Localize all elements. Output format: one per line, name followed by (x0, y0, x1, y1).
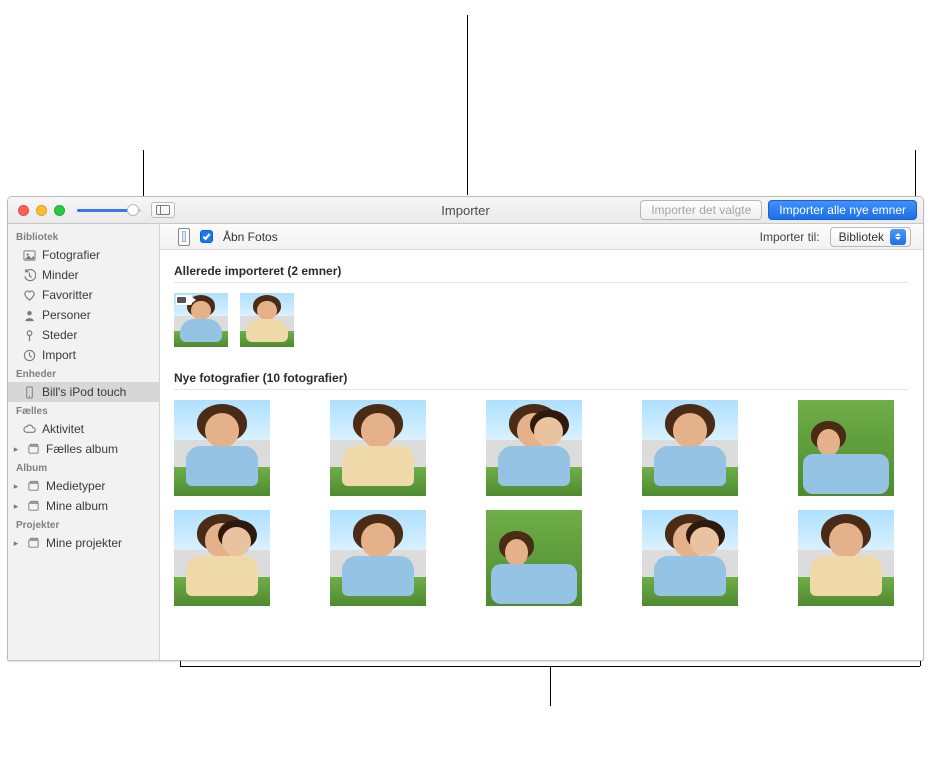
sidebar: Bibliotek Fotografier Minder Favoritter Pers… (8, 224, 160, 660)
content-scroll[interactable]: Allerede importeret (2 emner) Nye fotogr… (160, 250, 923, 660)
disclosure-triangle-icon[interactable]: ▸ (12, 444, 20, 455)
sidebar-group-label: Enheder (8, 365, 159, 382)
thumbnail-zoom-slider[interactable] (77, 203, 141, 217)
sidebar-item-f-lles-album[interactable]: ▸ Fælles album (8, 439, 159, 459)
photo-thumbnail[interactable] (240, 293, 294, 347)
sidebar-item-label: Bill's iPod touch (42, 385, 126, 399)
section-new-photos: Nye fotografier (10 fotografier) (174, 365, 909, 606)
sidebar-item-mine-projekter[interactable]: ▸ Mine projekter (8, 533, 159, 553)
sidebar-item-minder[interactable]: Minder (8, 265, 159, 285)
disclosure-triangle-icon[interactable]: ▸ (12, 501, 20, 512)
section-already-imported: Allerede importeret (2 emner) (174, 258, 909, 347)
already-imported-grid (174, 293, 909, 347)
album-icon (26, 537, 40, 550)
clock-back-icon (22, 269, 36, 282)
sidebar-item-label: Mine album (46, 499, 108, 513)
pin-icon (22, 329, 36, 342)
sidebar-item-import[interactable]: Import (8, 345, 159, 365)
sidebar-item-favoritter[interactable]: Favoritter (8, 285, 159, 305)
import-to-label: Importer til: (760, 230, 820, 244)
cloud-icon (22, 423, 36, 436)
sidebar-item-label: Minder (42, 268, 79, 282)
import-all-new-button[interactable]: Importer alle nye emner (768, 200, 917, 220)
callout-line (467, 15, 468, 195)
disclosure-triangle-icon[interactable]: ▸ (12, 538, 20, 549)
photo-thumbnail[interactable] (798, 510, 894, 606)
device-icon (178, 228, 190, 246)
minimize-button[interactable] (36, 205, 47, 216)
callout-line (550, 666, 551, 706)
window-controls (8, 205, 65, 216)
main-pane: Åbn Fotos Importer til: Bibliotek Allere… (160, 224, 923, 660)
sidebar-item-label: Aktivitet (42, 422, 84, 436)
sidebar-group-label: Bibliotek (8, 228, 159, 245)
photo-thumbnail[interactable] (330, 510, 426, 606)
open-photos-checkbox[interactable] (200, 230, 213, 243)
section-header: Nye fotografier (10 fotografier) (174, 365, 909, 390)
sidebar-item-label: Mine projekter (46, 536, 122, 550)
photo-thumbnail[interactable] (642, 400, 738, 496)
video-badge-icon (176, 295, 192, 305)
photo-thumbnail[interactable] (330, 400, 426, 496)
sidebar-group-label: Projekter (8, 516, 159, 533)
photo-thumbnail[interactable] (486, 510, 582, 606)
photo-thumbnail[interactable] (798, 400, 894, 496)
section-header: Allerede importeret (2 emner) (174, 258, 909, 283)
new-photos-grid (174, 400, 909, 606)
photo-thumbnail[interactable] (642, 510, 738, 606)
callout-line (143, 150, 144, 196)
photo-thumbnail[interactable] (486, 400, 582, 496)
close-button[interactable] (18, 205, 29, 216)
photos-app-window: Importer Importer det valgte Importer al… (7, 196, 924, 661)
album-icon (26, 480, 40, 493)
sidebar-item-label: Medietyper (46, 479, 105, 493)
sidebar-group-label: Album (8, 459, 159, 476)
photo-thumbnail[interactable] (174, 400, 270, 496)
album-icon (26, 443, 40, 456)
toggle-sidebar-button[interactable] (151, 202, 175, 218)
sidebar-item-label: Personer (42, 308, 91, 322)
disclosure-triangle-icon[interactable]: ▸ (12, 481, 20, 492)
sidebar-item-label: Steder (42, 328, 77, 342)
import-selected-button[interactable]: Importer det valgte (640, 200, 762, 220)
heart-icon (22, 289, 36, 302)
sidebar-item-medietyper[interactable]: ▸ Medietyper (8, 476, 159, 496)
fullscreen-button[interactable] (54, 205, 65, 216)
clock-icon (22, 349, 36, 362)
titlebar: Importer Importer det valgte Importer al… (8, 197, 923, 224)
sidebar-item-label: Favoritter (42, 288, 93, 302)
open-photos-label: Åbn Fotos (223, 230, 278, 244)
sidebar-item-label: Fotografier (42, 248, 100, 262)
sidebar-item-label: Import (42, 348, 76, 362)
album-icon (26, 500, 40, 513)
photo-thumbnail[interactable] (174, 293, 228, 347)
import-to-value: Bibliotek (839, 230, 884, 244)
device-icon (22, 386, 36, 399)
sidebar-item-aktivitet[interactable]: Aktivitet (8, 419, 159, 439)
sidebar-item-label: Fælles album (46, 442, 118, 456)
sidebar-item-fotografier[interactable]: Fotografier (8, 245, 159, 265)
callout-line (915, 150, 916, 196)
sidebar-item-mine-album[interactable]: ▸ Mine album (8, 496, 159, 516)
sidebar-item-personer[interactable]: Personer (8, 305, 159, 325)
import-to-select[interactable]: Bibliotek (830, 227, 911, 247)
sidebar-group-label: Fælles (8, 402, 159, 419)
import-options-bar: Åbn Fotos Importer til: Bibliotek (160, 224, 923, 250)
sidebar-item-bill-s-ipod-touch[interactable]: Bill's iPod touch (8, 382, 159, 402)
person-icon (22, 309, 36, 322)
sidebar-item-steder[interactable]: Steder (8, 325, 159, 345)
photo-thumbnail[interactable] (174, 510, 270, 606)
photos-icon (22, 249, 36, 262)
